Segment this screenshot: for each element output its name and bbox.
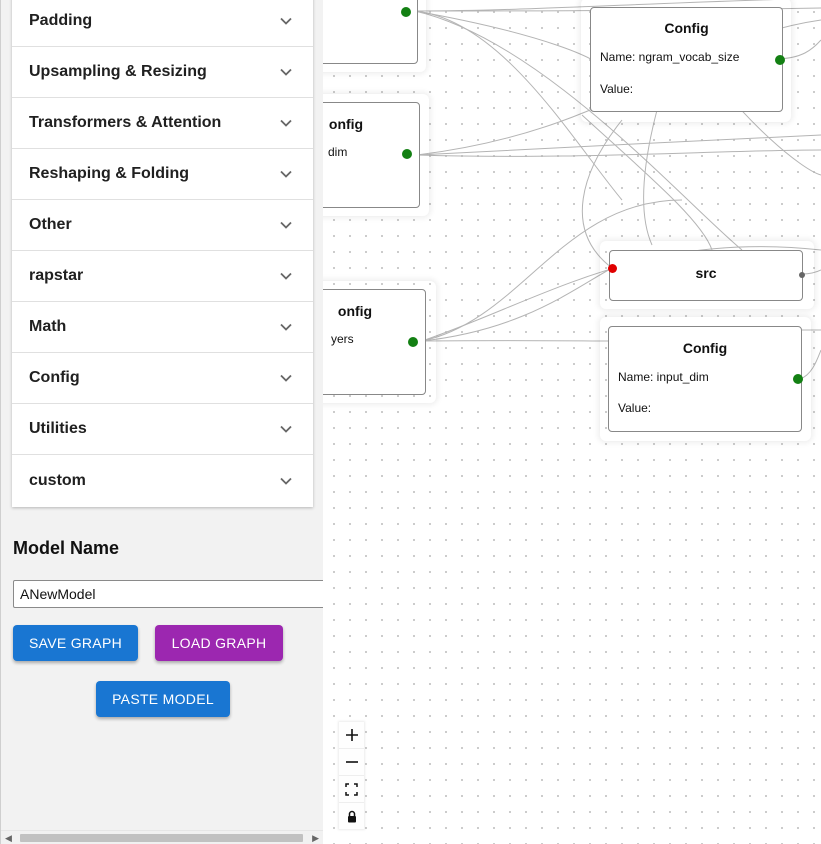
accordion-label: Upsampling & Resizing xyxy=(29,63,207,80)
node-name-text: dim xyxy=(328,145,348,159)
node-title: Config xyxy=(682,340,728,356)
accordion-item-reshaping[interactable]: Reshaping & Folding xyxy=(12,149,313,200)
accordion-item-math[interactable]: Math xyxy=(12,302,313,353)
sidebar: Padding Upsampling & Resizing Transforme… xyxy=(0,0,323,844)
chevron-down-icon xyxy=(280,425,292,433)
node-name-text: yers xyxy=(331,332,354,346)
accordion-item-rapstar[interactable]: rapstar xyxy=(12,251,313,302)
accordion-label: Utilities xyxy=(29,420,87,437)
accordion-item-transformers[interactable]: Transformers & Attention xyxy=(12,98,313,149)
chevron-down-icon xyxy=(280,17,292,25)
config-node-partial-low[interactable]: onfig yers xyxy=(322,289,426,395)
config-node-partial-mid[interactable]: onfig dim xyxy=(322,102,420,208)
scroll-left-arrow-icon[interactable]: ◀ xyxy=(5,833,12,844)
output-handle[interactable] xyxy=(408,337,418,347)
accordion-label: Transformers & Attention xyxy=(29,114,222,131)
accordion-label: Padding xyxy=(29,12,93,29)
accordion-label: Math xyxy=(29,318,67,335)
lock-icon xyxy=(347,810,356,822)
horizontal-scrollbar[interactable]: ◀ ▶ xyxy=(1,830,323,844)
save-graph-button[interactable]: SAVE GRAPH xyxy=(13,625,138,661)
model-name-input[interactable] xyxy=(13,580,323,608)
node-title: onfig xyxy=(337,303,373,319)
lock-button[interactable] xyxy=(339,803,364,829)
output-handle[interactable] xyxy=(401,7,411,17)
accordion-label: Other xyxy=(29,216,72,233)
scrollbar-thumb[interactable] xyxy=(20,834,303,842)
model-name-heading: Model Name xyxy=(13,538,120,558)
node-title: Config xyxy=(664,20,709,36)
node-title: src xyxy=(695,265,717,281)
chevron-down-icon xyxy=(280,170,292,178)
chevron-down-icon xyxy=(280,323,292,331)
node-value-text: Value: xyxy=(600,82,634,96)
accordion-label: Reshaping & Folding xyxy=(29,165,189,182)
paste-model-button[interactable]: PASTE MODEL xyxy=(96,681,230,717)
canvas-controls xyxy=(339,722,364,829)
scroll-right-arrow-icon[interactable]: ▶ xyxy=(312,833,319,844)
node-name-text: Name: ngram_vocab_size xyxy=(600,50,740,64)
chevron-down-icon xyxy=(280,272,292,280)
edge xyxy=(414,10,609,81)
accordion-item-other[interactable]: Other xyxy=(12,200,313,251)
minus-icon xyxy=(345,761,358,763)
output-handle[interactable] xyxy=(799,272,805,278)
accordion-item-upsampling[interactable]: Upsampling & Resizing xyxy=(12,47,313,98)
accordion-item-config[interactable]: Config xyxy=(12,353,313,404)
output-handle[interactable] xyxy=(793,374,803,384)
accordion-label: custom xyxy=(29,472,86,489)
src-node[interactable]: src xyxy=(608,250,805,301)
plus-icon xyxy=(345,729,358,741)
output-handle[interactable] xyxy=(402,149,412,159)
input-handle[interactable] xyxy=(608,264,617,273)
chevron-down-icon xyxy=(280,68,292,76)
output-handle[interactable] xyxy=(775,55,785,65)
accordion-label: rapstar xyxy=(29,267,84,284)
node-name-text: Name: input_dim xyxy=(618,370,709,384)
accordion-item-custom[interactable]: custom xyxy=(12,455,313,507)
accordion-item-utilities[interactable]: Utilities xyxy=(12,404,313,455)
graph-canvas[interactable]: onfig dim onfig yers Config Name: ngram_… xyxy=(322,0,821,844)
fit-view-icon xyxy=(345,782,358,796)
chevron-down-icon xyxy=(280,374,292,382)
accordion-item-padding[interactable]: Padding xyxy=(12,0,313,47)
zoom-out-button[interactable] xyxy=(339,749,364,776)
node-value-text: Value: xyxy=(618,401,652,415)
accordion-label: Config xyxy=(29,369,80,386)
chevron-down-icon xyxy=(280,477,292,485)
zoom-in-button[interactable] xyxy=(339,722,364,749)
config-node-partial-top[interactable] xyxy=(322,0,418,64)
fit-view-button[interactable] xyxy=(339,776,364,803)
node-title: onfig xyxy=(328,116,364,132)
chevron-down-icon xyxy=(280,221,292,229)
load-graph-button[interactable]: LOAD GRAPH xyxy=(155,625,283,661)
chevron-down-icon xyxy=(280,119,292,127)
node-category-accordion: Padding Upsampling & Resizing Transforme… xyxy=(12,0,313,507)
edge xyxy=(416,149,821,157)
config-node-ngram-vocab-size[interactable]: Config Name: ngram_vocab_size Value: xyxy=(590,7,785,112)
config-node-input-dim[interactable]: Config Name: input_dim Value: xyxy=(608,326,803,432)
